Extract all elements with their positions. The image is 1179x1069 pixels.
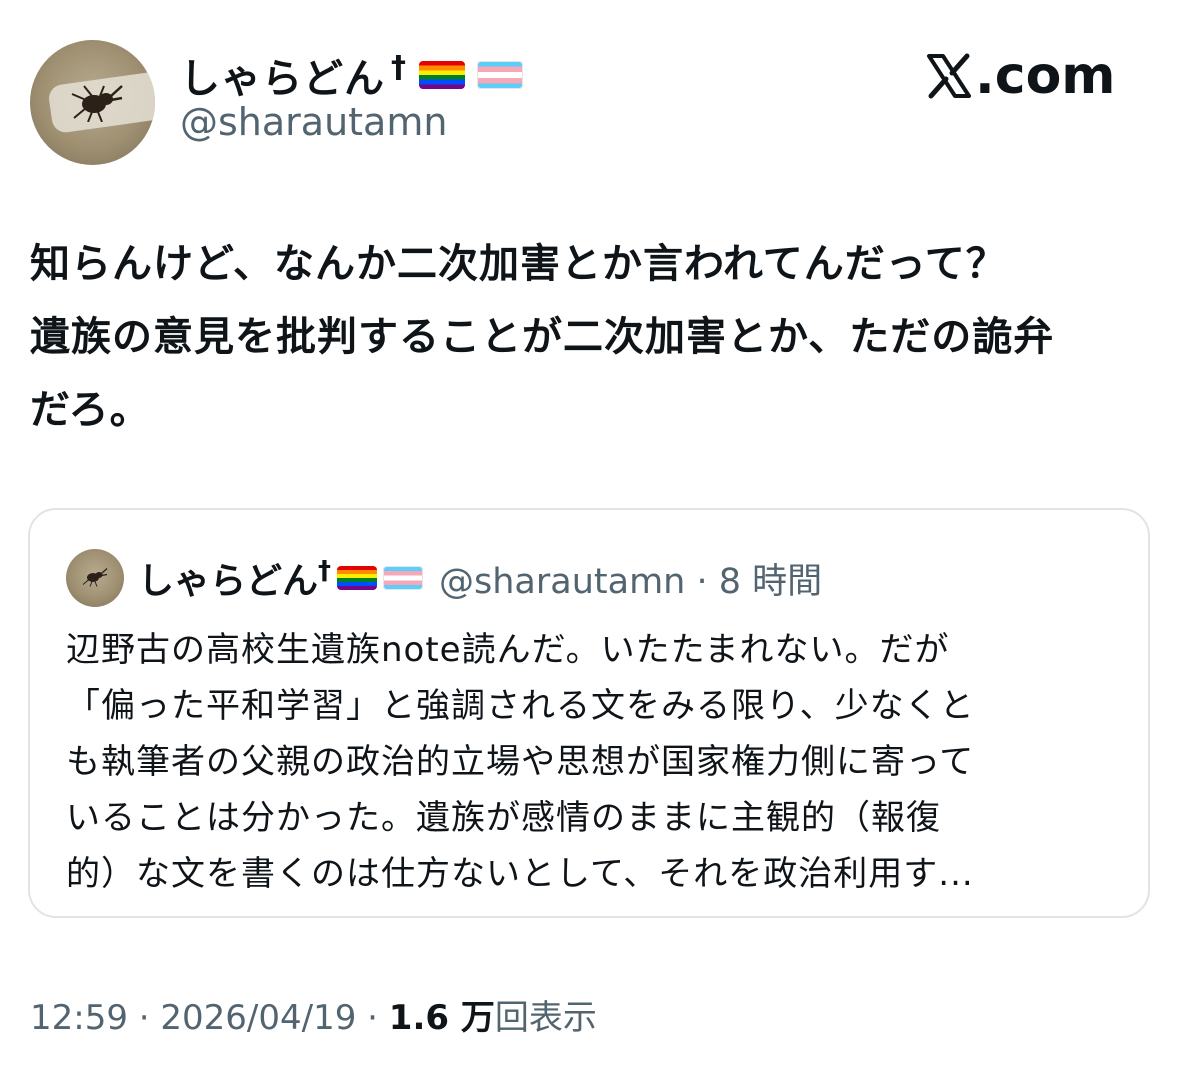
x-com-logo: .com [925,46,1116,106]
transgender-flag-icon [477,61,523,89]
beetle-icon [82,568,108,587]
timestamp[interactable]: 12:59 · 2026/04/19 · [30,998,389,1038]
quoted-line: 「偏った平和学習」と強調される文をみる限り、少なくと [66,686,975,726]
tweet-line: だろ。 [30,387,151,433]
author-name-text: しゃらどん [180,56,385,102]
transgender-flag-icon [383,566,424,590]
rainbow-flag-icon [419,61,465,89]
quoted-tweet-card[interactable]: しゃらどん † @sharautamn · 8 時間 辺野古の高校生遺族note読… [28,508,1150,918]
tweet-line: 遺族の意見を批判することが二次加害とか、ただの詭弁 [30,314,1055,360]
quoted-display-name: しゃらどん † [138,552,424,604]
x-logo-icon [927,53,971,99]
author-dagger: † [391,49,407,85]
quoted-line: いることは分かった。遺族が感情のままに主観的（報復 [66,798,941,838]
avatar[interactable] [30,40,155,165]
author-handle[interactable]: @sharautamn [180,100,447,144]
quoted-line: 的）な文を書くのは仕方ないとして、それを政治利用す... [66,854,974,894]
quoted-tweet-header: しゃらどん † @sharautamn · 8 時間 [66,548,822,608]
rainbow-flag-icon [337,566,378,590]
quoted-tweet-text: 辺野古の高校生遺族note読んだ。いたたまれない。だが 「偏った平和学習」と強調… [66,622,1126,902]
tweet-meta: 12:59 · 2026/04/19 · 1.6 万回表示 [30,990,597,1039]
quoted-dagger: † [318,556,332,586]
quoted-line: も執筆者の父親の政治的立場や思想が国家権力側に寄って [66,742,975,782]
tweet-text: 知らんけど、なんか二次加害とか言われてんだって？ 遺族の意見を批判することが二次… [30,228,1160,447]
tweet-page: しゃらどん † @sharautamn .com 知らんけど、なんか二次加害とか言… [0,0,1179,1069]
view-count: 1.6 万 [388,998,495,1038]
author-display-name[interactable]: しゃらどん † [180,46,523,104]
quoted-name-text: しゃらどん [138,561,319,602]
quoted-handle-time: @sharautamn · 8 時間 [439,561,823,602]
tweet-line: 知らんけど、なんか二次加害とか言われてんだって？ [30,241,1007,287]
x-com-label: .com [975,46,1116,106]
beetle-icon [71,85,123,122]
quoted-line: 辺野古の高校生遺族note読んだ。いたたまれない。だが [66,630,950,670]
view-label: 回表示 [494,998,597,1038]
quoted-avatar [66,549,124,607]
